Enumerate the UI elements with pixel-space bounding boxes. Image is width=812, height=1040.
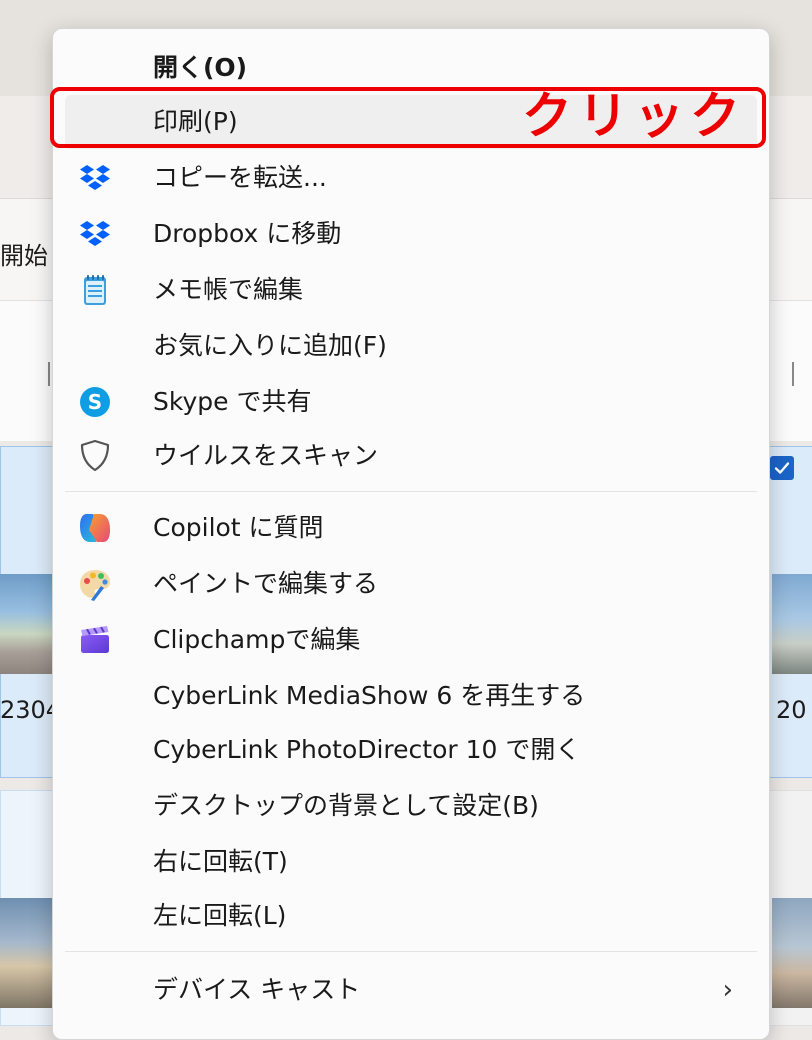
menu-item-share-skype[interactable]: S Skype で共有 bbox=[65, 375, 757, 429]
menu-item-play-mediashow[interactable]: CyberLink MediaShow 6 を再生する bbox=[65, 669, 757, 723]
menu-item-label: Clipchampで編集 bbox=[153, 625, 361, 654]
background-column-divider bbox=[48, 362, 50, 386]
menu-item-open-photodirector[interactable]: CyberLink PhotoDirector 10 で開く bbox=[65, 723, 757, 777]
menu-item-label: デスクトップの背景として設定(B) bbox=[153, 791, 539, 820]
menu-item-edit-paint[interactable]: ペイントで編集する bbox=[65, 557, 757, 611]
background-photo-thumbnail bbox=[0, 898, 56, 1008]
background-photo-thumbnail bbox=[0, 574, 56, 674]
background-file-name: 20 bbox=[776, 696, 807, 724]
shield-icon bbox=[80, 439, 110, 472]
menu-item-rotate-left[interactable]: 左に回転(L) bbox=[65, 889, 757, 943]
menu-item-edit-clipchamp[interactable]: Clipchampで編集 bbox=[65, 613, 757, 667]
paint-icon bbox=[80, 570, 110, 601]
menu-item-label: メモ帳で編集 bbox=[153, 275, 304, 304]
chevron-right-icon: › bbox=[722, 975, 733, 1005]
menu-item-label: お気に入りに追加(F) bbox=[153, 331, 387, 360]
dropbox-icon bbox=[80, 221, 110, 246]
skype-icon: S bbox=[80, 387, 110, 417]
menu-separator bbox=[65, 951, 757, 952]
menu-separator bbox=[65, 491, 757, 492]
menu-item-label: コピーを転送... bbox=[153, 163, 327, 192]
menu-item-label: ペイントで編集する bbox=[153, 569, 379, 598]
menu-item-label: 左に回転(L) bbox=[153, 901, 287, 930]
menu-item-edit-notepad[interactable]: メモ帳で編集 bbox=[65, 263, 757, 317]
menu-item-add-favorites[interactable]: お気に入りに追加(F) bbox=[65, 319, 757, 373]
menu-item-virus-scan[interactable]: ウイルスをスキャン bbox=[65, 429, 757, 483]
background-column-divider bbox=[792, 362, 794, 386]
menu-item-label: Skype で共有 bbox=[153, 387, 312, 416]
background-photo-thumbnail bbox=[772, 574, 812, 674]
menu-item-ask-copilot[interactable]: Copilot に質問 bbox=[65, 501, 757, 555]
menu-item-device-cast[interactable]: デバイス キャスト › bbox=[65, 963, 757, 1017]
menu-item-label: Dropbox に移動 bbox=[153, 219, 342, 248]
menu-item-rotate-right[interactable]: 右に回転(T) bbox=[65, 835, 757, 889]
svg-text:S: S bbox=[88, 390, 102, 414]
checkmark-icon bbox=[774, 462, 790, 474]
menu-item-label: Copilot に質問 bbox=[153, 513, 324, 542]
menu-item-forward-copy[interactable]: コピーを転送... bbox=[65, 151, 757, 205]
dropbox-icon bbox=[80, 165, 110, 190]
copilot-icon bbox=[80, 514, 110, 542]
menu-item-move-dropbox[interactable]: Dropbox に移動 bbox=[65, 207, 757, 261]
notepad-icon bbox=[84, 275, 106, 305]
selection-checkbox[interactable] bbox=[770, 456, 794, 480]
menu-item-label: ウイルスをスキャン bbox=[153, 441, 379, 470]
click-callout: クリック bbox=[522, 87, 746, 145]
menu-item-label: CyberLink MediaShow 6 を再生する bbox=[153, 681, 586, 710]
background-partial-label: 開始 bbox=[0, 242, 48, 270]
menu-item-label: デバイス キャスト bbox=[153, 975, 361, 1004]
clipchamp-icon bbox=[81, 626, 109, 653]
background-photo-thumbnail bbox=[772, 898, 812, 1008]
context-menu: 開く(O) 印刷(P) コピーを転送... Dropbox に移動 メモ帳で編集… bbox=[52, 28, 770, 1040]
menu-item-label: 右に回転(T) bbox=[153, 847, 288, 876]
menu-item-set-desktop-background[interactable]: デスクトップの背景として設定(B) bbox=[65, 779, 757, 833]
menu-item-label: CyberLink PhotoDirector 10 で開く bbox=[153, 735, 581, 764]
